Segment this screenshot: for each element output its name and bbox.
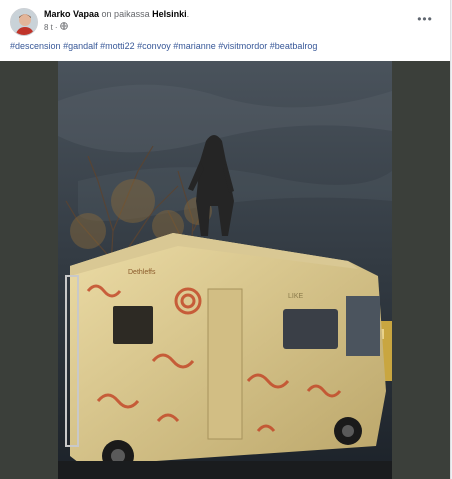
van-sticker: LIKE [288,293,304,300]
hashtag-link[interactable]: #marianne [173,41,216,51]
camper-van: Dethleffs LIKE [65,233,386,472]
post-meta: Marko Vapaa on paikassa Helsinki. 8 t · [44,9,189,32]
location-suffix: . [186,9,190,19]
hashtag-link[interactable]: #gandalf [63,41,98,51]
photo-image: Dethleffs LIKE [58,61,392,479]
location-link[interactable]: Helsinki [152,9,187,19]
location-prefix: on paikassa [101,9,150,19]
hashtag-link[interactable]: #visitmordor [218,41,267,51]
more-options-button[interactable]: ••• [416,12,434,26]
meta-separator: · [54,22,58,32]
post-hashtags: #descension #gandalf #motti22 #convoy #m… [10,41,440,51]
hashtag-link[interactable]: #descension [10,41,61,51]
author-name[interactable]: Marko Vapaa [44,9,99,19]
hashtag-link[interactable]: #motti22 [100,41,135,51]
hashtag-link[interactable]: #convoy [137,41,171,51]
post-header: Marko Vapaa on paikassa Helsinki. 8 t · … [10,8,440,38]
more-horizontal-icon: ••• [417,12,433,26]
post-timestamp[interactable]: 8 t [44,23,53,32]
feed-post: Marko Vapaa on paikassa Helsinki. 8 t · … [0,0,451,479]
globe-icon [59,22,68,32]
hashtag-link[interactable]: #beatbalrog [270,41,318,51]
post-photo[interactable]: Dethleffs LIKE [0,61,450,479]
van-brand: Dethleffs [128,269,156,276]
post-subtitle: 8 t · [44,22,189,32]
author-avatar[interactable] [10,8,38,36]
post-title-line: Marko Vapaa on paikassa Helsinki. [44,9,189,19]
